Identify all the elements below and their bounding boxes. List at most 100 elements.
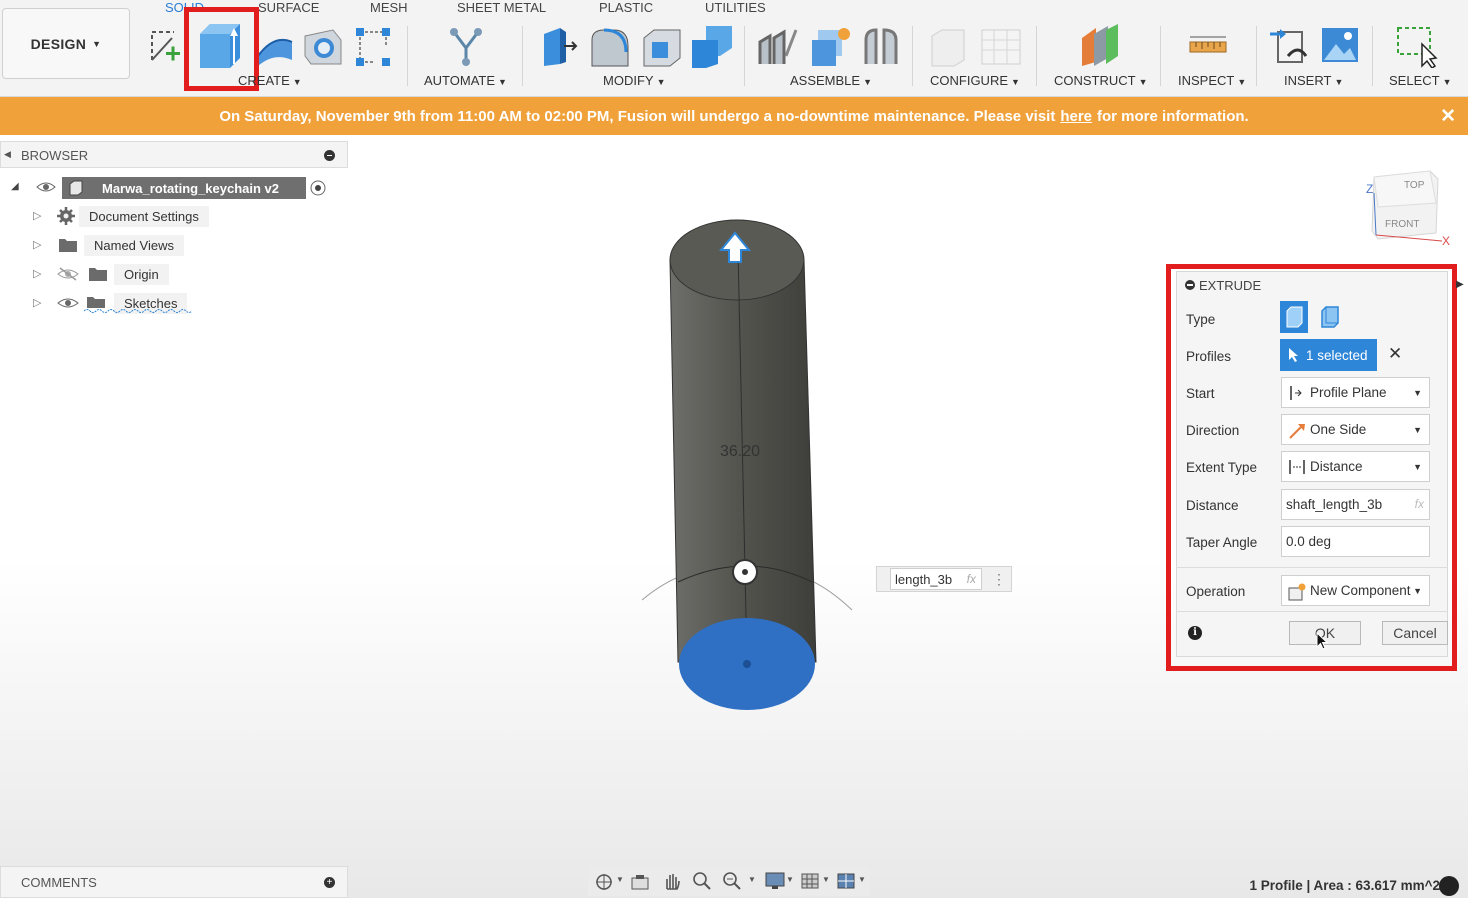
type-solid-button[interactable] <box>1280 301 1308 333</box>
select-icon[interactable] <box>1396 26 1438 68</box>
browser-root-component[interactable]: Marwa_rotating_keychain v2 <box>62 177 306 199</box>
separator <box>1256 26 1257 86</box>
offset-plane-icon[interactable] <box>1078 24 1122 68</box>
browser-panel-header[interactable]: ◀ BROWSER <box>0 141 348 168</box>
document-settings-label: Document Settings <box>79 205 209 227</box>
view-cube[interactable]: TOP FRONT Z X <box>1364 165 1456 253</box>
construct-menu[interactable]: CONSTRUCT ▼ <box>1054 73 1148 88</box>
fx-icon[interactable]: fx <box>1415 497 1424 511</box>
clear-selection-icon[interactable]: ✕ <box>1388 344 1402 364</box>
display-settings-icon[interactable] <box>764 871 786 891</box>
chevron-down-icon[interactable]: ▼ <box>786 875 794 884</box>
profiles-selection-button[interactable]: 1 selected <box>1280 339 1377 371</box>
zoom-window-icon[interactable] <box>722 871 742 891</box>
assemble-menu[interactable]: ASSEMBLE ▼ <box>790 73 872 88</box>
revolve-icon[interactable] <box>256 26 296 68</box>
chevron-down-icon: ▼ <box>1413 425 1422 435</box>
close-icon[interactable]: ✕ <box>1440 105 1456 128</box>
tab-mesh[interactable]: MESH <box>370 0 408 15</box>
measure-icon[interactable] <box>1188 34 1228 58</box>
cylinder-body[interactable] <box>630 210 870 720</box>
separator <box>1372 26 1373 86</box>
viewcube-top-label: TOP <box>1404 180 1425 191</box>
collapse-panel-icon[interactable]: ◀ <box>4 149 11 160</box>
look-at-icon[interactable] <box>630 872 650 892</box>
insert-derive-icon[interactable] <box>1268 24 1312 68</box>
distance-input[interactable]: shaft_length_3b fx <box>1281 489 1430 520</box>
eye-hidden-icon[interactable] <box>57 267 79 281</box>
expand-triangle-icon[interactable]: ◢ <box>11 181 19 192</box>
browser-item-named-views[interactable]: Named Views <box>84 234 184 256</box>
insert-canvas-icon[interactable] <box>1320 26 1360 66</box>
origin-label: Origin <box>114 263 169 285</box>
minimize-icon[interactable] <box>324 150 335 161</box>
create-sketch-icon[interactable] <box>148 26 184 66</box>
tab-sheet-metal[interactable]: SHEET METAL <box>457 0 546 15</box>
configuration-table-icon[interactable] <box>980 26 1022 68</box>
operation-select[interactable]: New Component ▼ <box>1281 575 1430 606</box>
modify-menu[interactable]: MODIFY ▼ <box>603 73 665 88</box>
inspect-menu[interactable]: INSPECT ▼ <box>1178 73 1246 88</box>
distance-floating-input[interactable]: length_3b fx ⋮ <box>876 566 1012 592</box>
expand-arrow-icon[interactable]: ▷ <box>33 296 41 309</box>
start-select[interactable]: Profile Plane ▼ <box>1281 377 1430 408</box>
direction-select[interactable]: One Side ▼ <box>1281 414 1430 445</box>
select-label: SELECT <box>1389 73 1440 88</box>
select-menu[interactable]: SELECT ▼ <box>1389 73 1452 88</box>
tab-plastic[interactable]: PLASTIC <box>599 0 653 15</box>
workspace-switcher-button[interactable]: DESIGN ▼ <box>2 8 130 79</box>
expand-arrow-icon[interactable]: ▷ <box>33 267 41 280</box>
expand-arrow-icon[interactable]: ▷ <box>33 238 41 251</box>
more-options-icon[interactable]: ⋮ <box>992 571 1006 588</box>
browser-item-origin[interactable]: Origin <box>114 263 169 285</box>
fx-icon[interactable]: fx <box>967 572 976 586</box>
chevron-down-icon[interactable]: ▼ <box>616 875 624 884</box>
add-comment-icon[interactable]: + <box>324 877 335 888</box>
chevron-down-icon[interactable]: ▼ <box>748 875 756 884</box>
combine-icon[interactable] <box>690 24 734 68</box>
chevron-down-icon[interactable]: ▼ <box>822 875 830 884</box>
start-value: Profile Plane <box>1310 385 1387 400</box>
eye-icon[interactable] <box>36 180 56 194</box>
pattern-icon[interactable] <box>354 26 392 68</box>
expand-arrow-icon[interactable]: ▷ <box>33 209 41 222</box>
operation-label: Operation <box>1186 584 1246 599</box>
info-icon[interactable]: i <box>1188 626 1202 640</box>
comments-panel-header[interactable]: COMMENTS + <box>0 866 348 898</box>
dimension-value: 36.20 <box>720 443 761 460</box>
browser-item-document-settings[interactable]: Document Settings <box>79 205 209 227</box>
joint-icon[interactable] <box>756 26 800 68</box>
create-menu[interactable]: CREATE ▼ <box>238 73 302 88</box>
automate-menu[interactable]: AUTOMATE ▼ <box>424 73 507 88</box>
new-component-icon[interactable] <box>808 24 852 68</box>
taper-angle-input[interactable]: 0.0 deg <box>1281 526 1430 557</box>
assemble-label: ASSEMBLE <box>790 73 861 88</box>
collapse-dialog-icon[interactable] <box>1185 280 1195 290</box>
banner-link[interactable]: here <box>1060 108 1092 125</box>
as-built-joint-icon[interactable] <box>860 26 902 68</box>
shell-icon[interactable] <box>640 26 682 68</box>
distance-floating-field[interactable]: length_3b fx <box>890 568 982 590</box>
automate-icon[interactable] <box>446 26 486 68</box>
extent-type-select[interactable]: Distance ▼ <box>1281 451 1430 482</box>
zoom-icon[interactable] <box>692 871 712 891</box>
cancel-button[interactable]: Cancel <box>1382 621 1448 645</box>
pan-hand-icon[interactable] <box>662 871 682 891</box>
tab-surface[interactable]: SURFACE <box>258 0 319 15</box>
hole-icon[interactable] <box>303 26 343 68</box>
configure-menu[interactable]: CONFIGURE ▼ <box>930 73 1020 88</box>
insert-menu[interactable]: INSERT ▼ <box>1284 73 1343 88</box>
status-indicator-icon[interactable] <box>1439 876 1459 896</box>
configure-icon[interactable] <box>928 26 970 68</box>
dialog-expand-icon[interactable]: ▶ <box>1456 279 1464 290</box>
fillet-icon[interactable] <box>588 26 630 68</box>
tab-utilities[interactable]: UTILITIES <box>705 0 766 15</box>
activate-radio-icon[interactable] <box>309 179 327 197</box>
viewports-icon[interactable] <box>836 872 856 890</box>
orbit-icon[interactable] <box>594 872 614 892</box>
chevron-down-icon[interactable]: ▼ <box>858 875 866 884</box>
type-thin-button[interactable] <box>1316 301 1344 333</box>
eye-icon[interactable] <box>57 296 79 310</box>
grid-settings-icon[interactable] <box>800 872 820 890</box>
press-pull-icon[interactable] <box>538 26 578 68</box>
